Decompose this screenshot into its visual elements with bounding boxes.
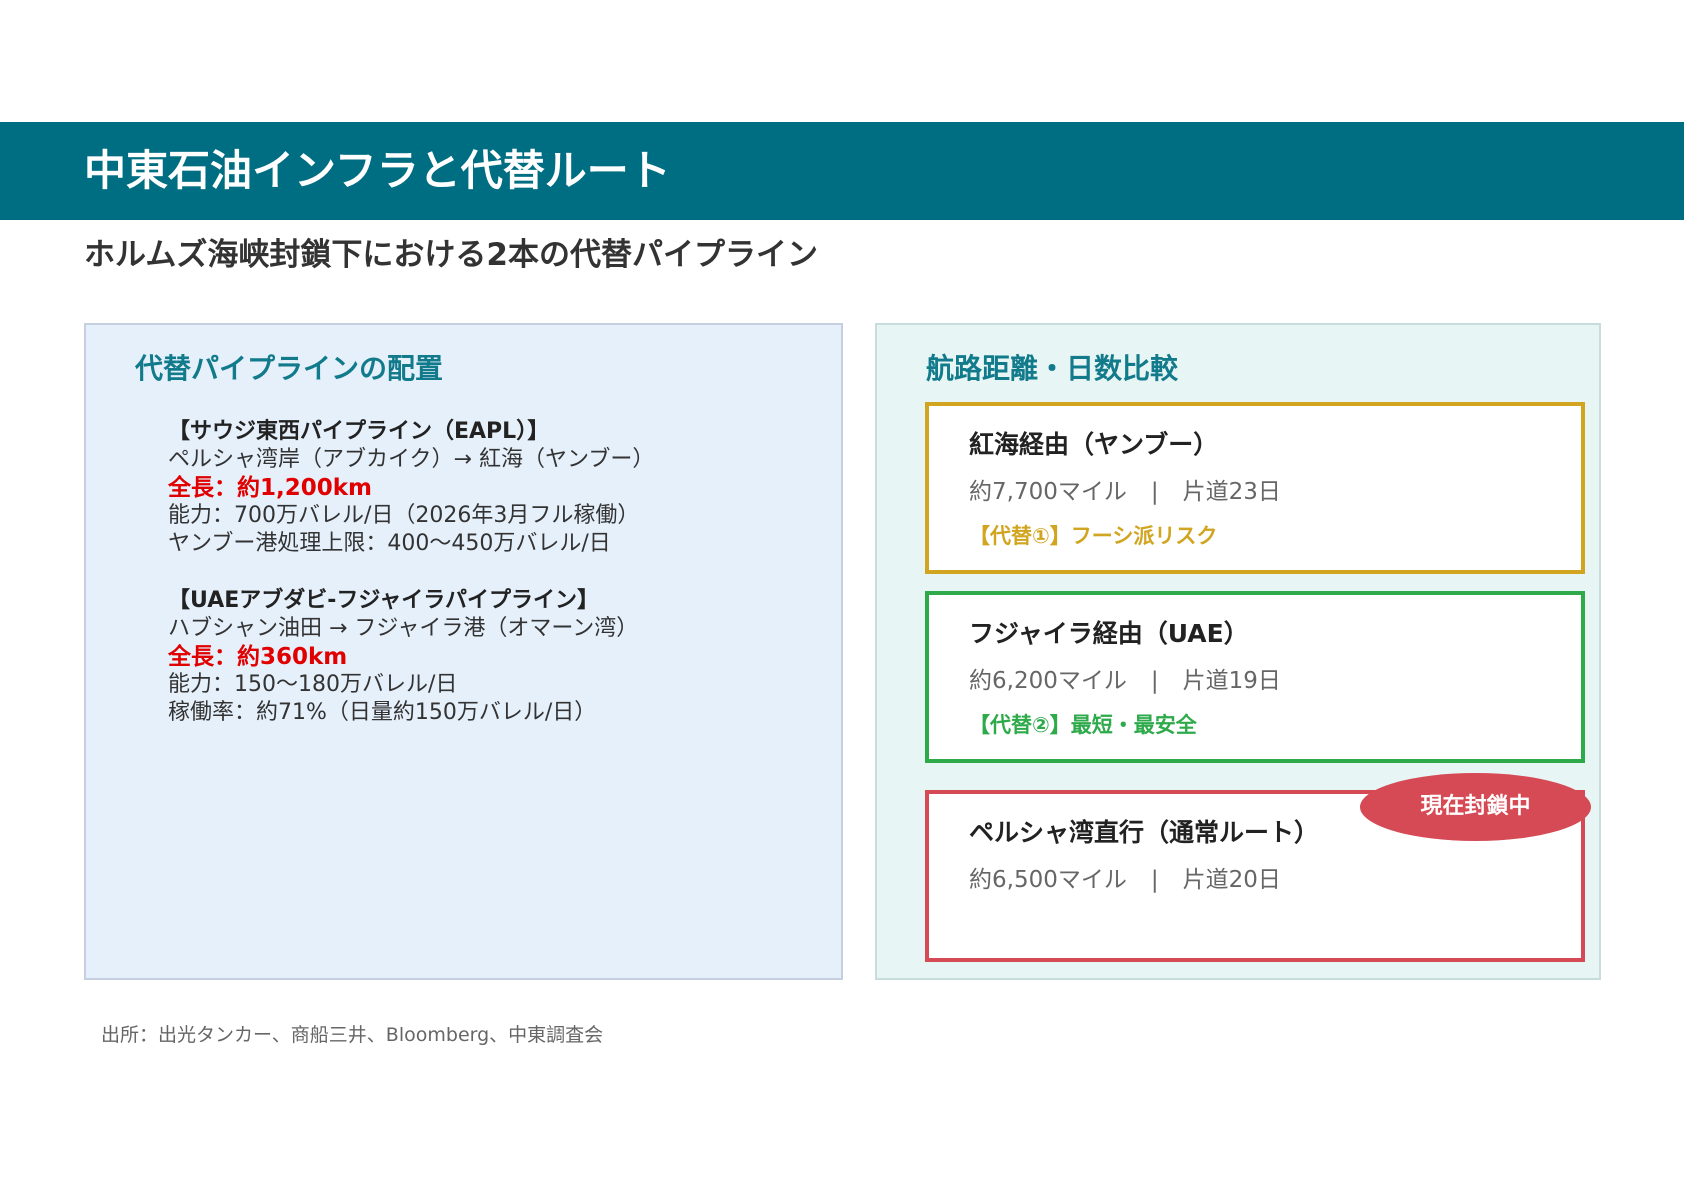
route-name: フジャイラ経由（UAE） <box>969 619 1249 648</box>
pipeline-capacity: 能力：700万バレル/日（2026年3月フル稼働） <box>168 503 640 528</box>
route-stats: 約6,500マイル | 片道20日 <box>969 864 1281 896</box>
route-duration: 片道19日 <box>1182 668 1281 694</box>
pipeline-length: 全長：約1,200km <box>168 475 373 501</box>
pipeline-route: ペルシャ湾岸（アブカイク）→ 紅海（ヤンブー） <box>168 447 655 472</box>
title-bar: 中東石油インフラと代替ルート <box>0 122 1684 220</box>
route-distance: 約6,200マイル <box>969 668 1127 694</box>
pipeline-uae: 【UAEアブダビ-フジャイラパイプライン】 ハブシャン油田 → フジャイラ港（オ… <box>168 587 638 727</box>
pipeline-layout-panel: 代替パイプラインの配置 【サウジ東西パイプライン（EAPL）】 ペルシャ湾岸（ア… <box>84 323 843 980</box>
route-distance: 約6,500マイル <box>969 867 1127 893</box>
source-note: 出所：出光タンカー、商船三井、Bloomberg、中東調査会 <box>101 1024 604 1046</box>
pipeline-utilization: 稼働率：約71%（日量約150万バレル/日） <box>168 700 597 725</box>
pipeline-capacity: 能力：150〜180万バレル/日 <box>168 672 458 697</box>
pipeline-panel-heading: 代替パイプラインの配置 <box>135 352 444 385</box>
page-title: 中東石油インフラと代替ルート <box>84 146 671 195</box>
stats-separator: | <box>1150 867 1159 893</box>
route-duration: 片道20日 <box>1182 867 1281 893</box>
pipeline-name: 【UAEアブダビ-フジャイラパイプライン】 <box>168 588 600 613</box>
pipeline-route: ハブシャン油田 → フジャイラ港（オマーン湾） <box>168 616 639 641</box>
pipeline-length: 全長：約360km <box>168 644 348 670</box>
route-comparison-panel: 航路距離・日数比較 紅海経由（ヤンブー） 約7,700マイル | 片道23日 【代替… <box>875 323 1601 980</box>
route-duration: 片道23日 <box>1182 479 1281 505</box>
stats-separator: | <box>1150 668 1159 694</box>
route-note: 【代替②】最短・最安全 <box>969 713 1197 737</box>
route-distance: 約7,700マイル <box>969 479 1127 505</box>
stats-separator: | <box>1150 479 1159 505</box>
route-note: 【代替①】フーシ派リスク <box>969 524 1218 548</box>
route-name: ペルシャ湾直行（通常ルート） <box>969 818 1320 847</box>
route-name: 紅海経由（ヤンブー） <box>969 430 1219 459</box>
route-card-fujairah: フジャイラ経由（UAE） 約6,200マイル | 片道19日 【代替②】最短・最安全 <box>925 591 1585 763</box>
route-stats: 約7,700マイル | 片道23日 <box>969 476 1281 508</box>
page-subtitle: ホルムズ海峡封鎖下における2本の代替パイプライン <box>84 237 818 273</box>
pipeline-port-limit: ヤンブー港処理上限：400〜450万バレル/日 <box>168 531 611 556</box>
pipeline-name: 【サウジ東西パイプライン（EAPL）】 <box>168 419 550 444</box>
blocked-status-badge: 現在封鎖中 <box>1360 773 1591 841</box>
route-panel-heading: 航路距離・日数比較 <box>926 352 1179 385</box>
pipeline-eapl: 【サウジ東西パイプライン（EAPL）】 ペルシャ湾岸（アブカイク）→ 紅海（ヤン… <box>168 418 654 558</box>
route-stats: 約6,200マイル | 片道19日 <box>969 665 1281 697</box>
route-card-red-sea: 紅海経由（ヤンブー） 約7,700マイル | 片道23日 【代替①】フーシ派リスク <box>925 402 1585 574</box>
